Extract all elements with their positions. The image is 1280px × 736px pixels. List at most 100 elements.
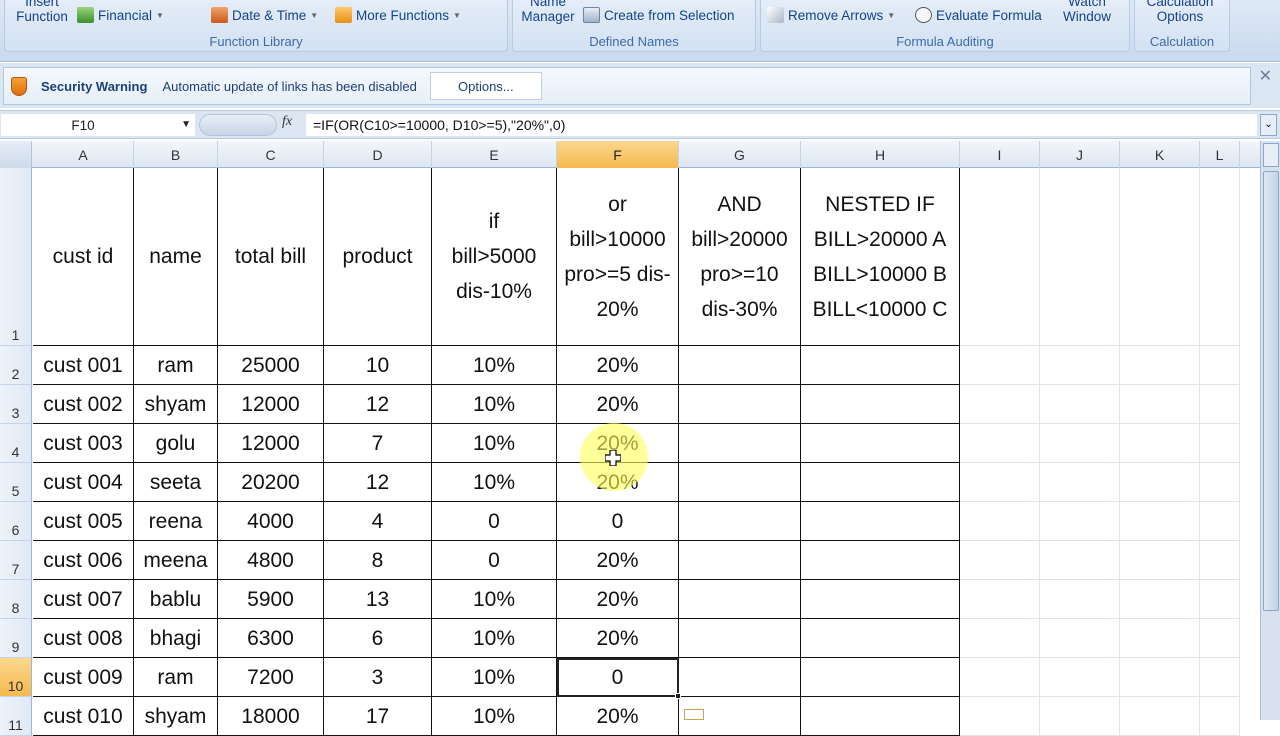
row-header-10[interactable]: 10 <box>0 658 32 697</box>
formula-bar-resize-handle[interactable] <box>199 114 277 136</box>
create-from-selection-button[interactable]: Create from Selection <box>583 7 735 23</box>
cell-i5[interactable] <box>960 463 1040 502</box>
cell-k1[interactable] <box>1120 168 1200 346</box>
cell-k9[interactable] <box>1120 619 1200 658</box>
column-header-j[interactable]: J <box>1040 141 1120 168</box>
cell-d2[interactable]: 10 <box>324 346 432 385</box>
expand-formula-bar-icon[interactable]: ⌄ <box>1260 114 1277 136</box>
cell-h5[interactable] <box>801 463 960 502</box>
cell-f10[interactable]: 0 <box>557 658 679 697</box>
cell-a10[interactable]: cust 009 <box>33 658 134 697</box>
cell-i3[interactable] <box>960 385 1040 424</box>
cell-f7[interactable]: 20% <box>557 541 679 580</box>
cell-i7[interactable] <box>960 541 1040 580</box>
cell-l3[interactable] <box>1200 385 1240 424</box>
cell-d10[interactable]: 3 <box>324 658 432 697</box>
cell-h2[interactable] <box>801 346 960 385</box>
cell-a5[interactable]: cust 004 <box>33 463 134 502</box>
cell-h6[interactable] <box>801 502 960 541</box>
column-header-g[interactable]: G <box>679 141 801 168</box>
cell-d5[interactable]: 12 <box>324 463 432 502</box>
remove-arrows-button[interactable]: Remove Arrows ▼ <box>767 7 895 23</box>
cell-f6[interactable]: 0 <box>557 502 679 541</box>
name-box[interactable]: F10 ▼ <box>1 114 195 136</box>
cell-l1[interactable] <box>1200 168 1240 346</box>
header-cell-e[interactable]: if bill>5000 dis-10% <box>432 168 557 346</box>
cell-l10[interactable] <box>1200 658 1240 697</box>
cell-e9[interactable]: 10% <box>432 619 557 658</box>
cell-c11[interactable]: 18000 <box>218 697 324 736</box>
cell-j11[interactable] <box>1040 697 1120 736</box>
cell-e8[interactable]: 10% <box>432 580 557 619</box>
column-header-l[interactable]: L <box>1200 141 1240 168</box>
cell-k8[interactable] <box>1120 580 1200 619</box>
cell-a9[interactable]: cust 008 <box>33 619 134 658</box>
cell-d4[interactable]: 7 <box>324 424 432 463</box>
cell-g10[interactable] <box>679 658 801 697</box>
cell-b4[interactable]: golu <box>134 424 218 463</box>
cell-h7[interactable] <box>801 541 960 580</box>
cell-j7[interactable] <box>1040 541 1120 580</box>
cell-k2[interactable] <box>1120 346 1200 385</box>
cell-i6[interactable] <box>960 502 1040 541</box>
cell-b3[interactable]: shyam <box>134 385 218 424</box>
cell-a4[interactable]: cust 003 <box>33 424 134 463</box>
cell-e10[interactable]: 10% <box>432 658 557 697</box>
cell-g5[interactable] <box>679 463 801 502</box>
cell-b10[interactable]: ram <box>134 658 218 697</box>
evaluate-formula-button[interactable]: Evaluate Formula <box>915 7 1042 23</box>
cell-g4[interactable] <box>679 424 801 463</box>
cell-j9[interactable] <box>1040 619 1120 658</box>
formula-input[interactable]: =IF(OR(C10>=10000, D10>=5),"20%",0) <box>306 114 1257 136</box>
cell-j5[interactable] <box>1040 463 1120 502</box>
watch-window-button[interactable]: Watch Window <box>1057 0 1117 24</box>
cell-d11[interactable]: 17 <box>324 697 432 736</box>
vertical-scrollbar[interactable] <box>1260 141 1280 720</box>
row-header-4[interactable]: 4 <box>0 424 32 463</box>
column-header-h[interactable]: H <box>801 141 960 168</box>
header-cell-b[interactable]: name <box>134 168 218 346</box>
insert-function-button[interactable]: Insert Function <box>11 0 73 24</box>
row-header-6[interactable]: 6 <box>0 502 32 541</box>
row-header-2[interactable]: 2 <box>0 346 32 385</box>
cell-f8[interactable]: 20% <box>557 580 679 619</box>
cell-f9[interactable]: 20% <box>557 619 679 658</box>
row-header-7[interactable]: 7 <box>0 541 32 580</box>
cell-d6[interactable]: 4 <box>324 502 432 541</box>
cell-i2[interactable] <box>960 346 1040 385</box>
cell-a3[interactable]: cust 002 <box>33 385 134 424</box>
cell-b11[interactable]: shyam <box>134 697 218 736</box>
cell-i9[interactable] <box>960 619 1040 658</box>
cell-a8[interactable]: cust 007 <box>33 580 134 619</box>
auto-fill-options-icon[interactable] <box>684 709 704 720</box>
cell-f2[interactable]: 20% <box>557 346 679 385</box>
column-header-c[interactable]: C <box>218 141 324 168</box>
cell-g3[interactable] <box>679 385 801 424</box>
cell-g9[interactable] <box>679 619 801 658</box>
cell-k10[interactable] <box>1120 658 1200 697</box>
cell-e7[interactable]: 0 <box>432 541 557 580</box>
column-header-d[interactable]: D <box>324 141 432 168</box>
cell-k11[interactable] <box>1120 697 1200 736</box>
row-header-9[interactable]: 9 <box>0 619 32 658</box>
cell-l11[interactable] <box>1200 697 1240 736</box>
cell-l4[interactable] <box>1200 424 1240 463</box>
cell-b7[interactable]: meena <box>134 541 218 580</box>
cell-d7[interactable]: 8 <box>324 541 432 580</box>
select-all-button[interactable] <box>0 141 32 168</box>
insert-function-fx-icon[interactable]: fx <box>282 114 292 130</box>
cell-l7[interactable] <box>1200 541 1240 580</box>
cell-l5[interactable] <box>1200 463 1240 502</box>
cell-h9[interactable] <box>801 619 960 658</box>
scroll-up-icon[interactable] <box>1263 143 1279 167</box>
cell-d8[interactable]: 13 <box>324 580 432 619</box>
date-time-button[interactable]: Date & Time ▼ <box>211 7 318 23</box>
cell-a6[interactable]: cust 005 <box>33 502 134 541</box>
cell-c5[interactable]: 20200 <box>218 463 324 502</box>
cell-i10[interactable] <box>960 658 1040 697</box>
column-header-a[interactable]: A <box>33 141 134 168</box>
header-cell-d[interactable]: product <box>324 168 432 346</box>
cell-i1[interactable] <box>960 168 1040 346</box>
column-header-e[interactable]: E <box>432 141 557 168</box>
cell-j1[interactable] <box>1040 168 1120 346</box>
